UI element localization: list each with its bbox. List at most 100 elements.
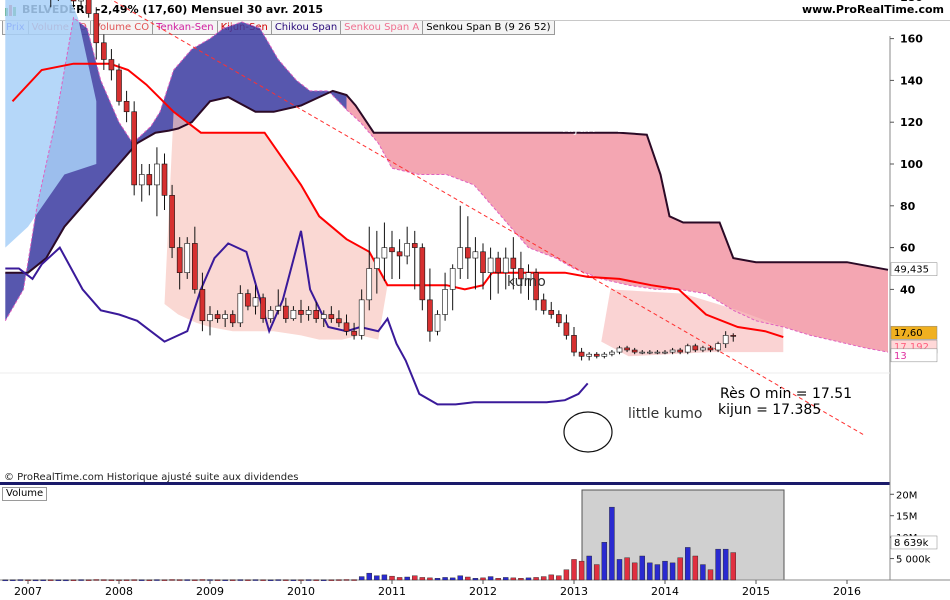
volume-bar bbox=[480, 577, 486, 581]
candle-body bbox=[593, 353, 600, 357]
volume-bar bbox=[32, 579, 39, 582]
candle-body bbox=[192, 243, 198, 290]
candle-body bbox=[374, 257, 380, 269]
volume-bar bbox=[222, 579, 228, 581]
volume-bar bbox=[290, 579, 297, 581]
volume-bar bbox=[214, 579, 221, 581]
candle-body bbox=[351, 330, 357, 336]
volume-value-label: 8 639k bbox=[894, 538, 929, 549]
candle-body bbox=[176, 247, 183, 273]
volume-bar bbox=[55, 579, 62, 581]
candle-body bbox=[320, 314, 327, 319]
candle-body bbox=[556, 314, 562, 324]
volume-bar bbox=[123, 579, 130, 581]
candle-body bbox=[609, 351, 615, 355]
last-price-label: 17,60 bbox=[894, 328, 923, 339]
volume-bar bbox=[419, 577, 426, 581]
volume-bar bbox=[313, 579, 319, 581]
candle-body bbox=[184, 243, 191, 273]
volume-bar bbox=[381, 574, 388, 581]
candle-body bbox=[586, 353, 592, 357]
candle-body bbox=[707, 347, 714, 351]
candle-body bbox=[366, 268, 373, 301]
candle-body bbox=[510, 257, 517, 269]
volume-bar bbox=[336, 579, 342, 581]
volume-bar bbox=[260, 579, 266, 581]
candle-body bbox=[381, 247, 388, 259]
volume-bar bbox=[442, 577, 448, 581]
volume-bar bbox=[510, 577, 517, 581]
candle-body bbox=[123, 101, 130, 113]
volume-bar bbox=[563, 569, 570, 581]
volume-bar bbox=[412, 575, 418, 581]
candle-body bbox=[283, 305, 289, 319]
credit-text: © ProRealTime.com Historique ajusté suit… bbox=[4, 471, 298, 483]
candle-body bbox=[298, 309, 304, 315]
volume-bar bbox=[283, 579, 289, 581]
candle-body bbox=[199, 289, 206, 322]
candle-body bbox=[639, 351, 646, 354]
volume-bar bbox=[503, 577, 509, 581]
candle-body bbox=[404, 243, 410, 257]
volume-bar bbox=[78, 579, 84, 581]
candle-body bbox=[78, 0, 84, 2]
x-tick-label: 2014 bbox=[651, 585, 679, 598]
kumo-annotation: kumo bbox=[507, 274, 546, 290]
volume-bar bbox=[48, 579, 54, 581]
candle-body bbox=[722, 335, 729, 345]
y-tick-label: 120 bbox=[900, 116, 923, 129]
y-tick-label: 80 bbox=[900, 200, 916, 213]
candle-body bbox=[222, 314, 228, 319]
candle-body bbox=[101, 42, 107, 60]
candle-body bbox=[457, 247, 464, 269]
candle-body bbox=[313, 309, 319, 319]
candle-body bbox=[434, 314, 441, 332]
candle-body bbox=[245, 293, 251, 307]
kijun-bottom-annotation: kijun = 17.385 bbox=[718, 402, 821, 418]
volume-bar bbox=[707, 569, 714, 581]
volume-bar bbox=[305, 579, 312, 581]
volume-bar bbox=[252, 579, 259, 581]
volume-bar bbox=[647, 562, 653, 581]
candle-body bbox=[161, 163, 168, 196]
candle-body bbox=[169, 195, 175, 248]
res-o-min-annotation: Rès O min = 17.51 bbox=[720, 386, 852, 402]
candle-body bbox=[131, 111, 137, 186]
candle-body bbox=[229, 314, 236, 324]
candle-body bbox=[465, 247, 471, 259]
volume-panel-label[interactable]: Volume bbox=[2, 487, 48, 501]
candle-body bbox=[116, 69, 122, 102]
candle-body bbox=[563, 322, 570, 336]
candle-body bbox=[647, 351, 653, 354]
volume-bar bbox=[715, 548, 721, 581]
tenkan-price-label: 13 bbox=[894, 351, 907, 362]
volume-bar bbox=[17, 579, 24, 581]
volume-bar bbox=[10, 579, 16, 581]
volume-bar bbox=[631, 562, 638, 581]
volume-tick-label: 15M bbox=[896, 512, 917, 523]
candle-body bbox=[70, 0, 77, 2]
candle-body bbox=[654, 351, 661, 354]
volume-bar bbox=[662, 560, 668, 581]
candle-body bbox=[715, 343, 721, 351]
volume-bar bbox=[275, 579, 281, 581]
y-tick-label: 40 bbox=[900, 283, 916, 296]
volume-bar bbox=[321, 579, 327, 581]
candle-body bbox=[93, 13, 100, 44]
volume-bar bbox=[586, 555, 592, 581]
candle-body bbox=[146, 174, 153, 186]
volume-bar bbox=[184, 579, 190, 581]
candle-body bbox=[389, 247, 395, 253]
candle-body bbox=[419, 247, 426, 301]
candle-body bbox=[692, 345, 699, 351]
volume-bar bbox=[548, 574, 554, 581]
candle-body bbox=[571, 335, 577, 353]
volume-bar bbox=[540, 576, 547, 581]
x-tick-label: 2015 bbox=[742, 585, 770, 598]
y-tick-label: 100 bbox=[900, 158, 923, 171]
candle-body bbox=[578, 351, 585, 357]
candle-body bbox=[540, 299, 547, 311]
volume-bar bbox=[434, 578, 441, 581]
candle-body bbox=[495, 257, 501, 273]
x-tick-label: 2009 bbox=[196, 585, 224, 598]
